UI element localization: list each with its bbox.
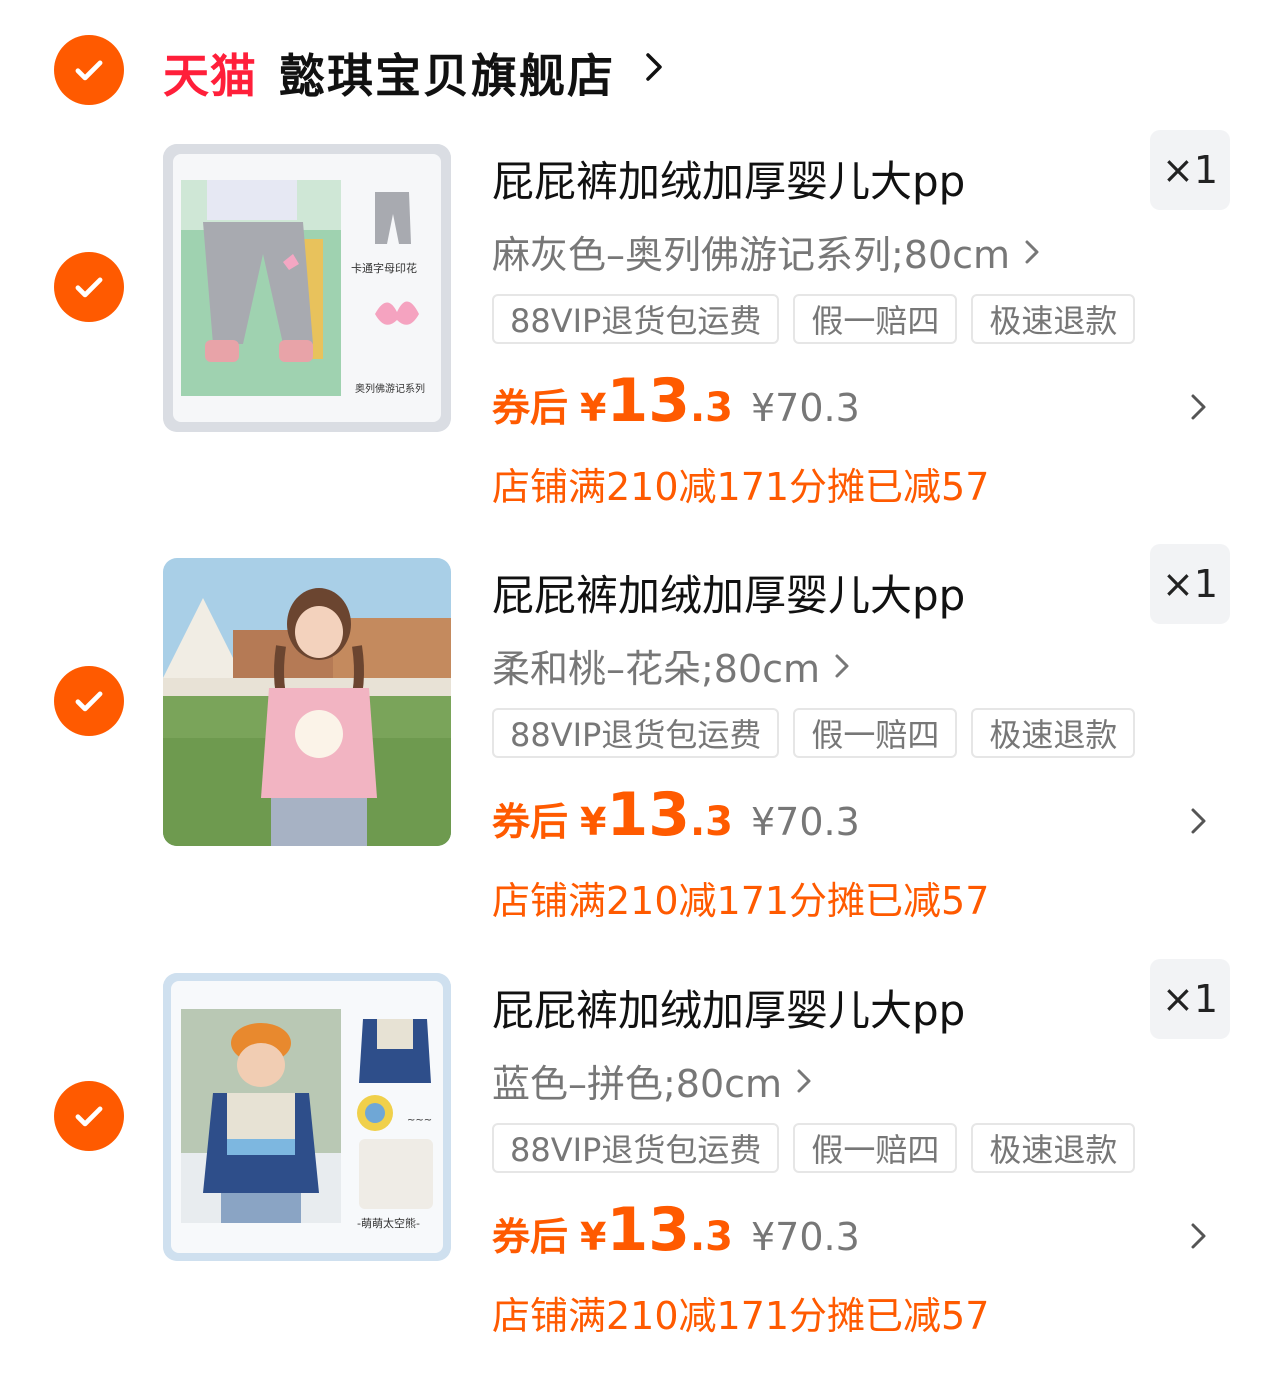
price-row: 券后 ¥ 13 .3 ¥70.3: [492, 1195, 860, 1265]
check-icon: [75, 277, 103, 298]
service-tags: 88VIP退货包运费 假一赔四 极速退款: [492, 294, 1136, 344]
check-icon: [75, 60, 103, 81]
tag-88vip: 88VIP退货包运费: [492, 1123, 780, 1173]
tag-fake-compensation: 假一赔四: [793, 1123, 958, 1173]
price-row: 券后 ¥ 13 .3 ¥70.3: [492, 366, 860, 436]
original-price: ¥70.3: [751, 386, 860, 430]
product-thumbnail[interactable]: 卡通字母印花 奥列佛游记系列: [163, 144, 451, 432]
product-title[interactable]: 屁屁裤加绒加厚婴儿大pp: [492, 977, 965, 1038]
promo-discount-text: 店铺满210减171分摊已减57: [492, 465, 990, 509]
tag-fake-compensation: 假一赔四: [793, 294, 958, 344]
service-tags: 88VIP退货包运费 假一赔四 极速退款: [492, 1123, 1136, 1173]
product-image-grey-pants: 卡通字母印花 奥列佛游记系列: [163, 144, 451, 432]
image-label-print: 卡通字母印花: [351, 261, 417, 275]
price-decimal: .3: [689, 385, 733, 431]
chevron-right-icon: [1025, 240, 1039, 263]
item-select-checkbox[interactable]: [54, 1081, 124, 1151]
product-image-girl-pink-sweater: [163, 558, 451, 846]
price-integer: 13: [606, 780, 690, 850]
price-prefix: 券后: [492, 386, 569, 430]
store-name-link[interactable]: 懿琪宝贝旗舰店: [279, 40, 615, 106]
sku-spec-text: 蓝色–拼色;80cm: [492, 1062, 783, 1106]
sku-spec-selector[interactable]: 蓝色–拼色;80cm: [492, 1053, 816, 1108]
cart-item: 卡通字母印花 奥列佛游记系列 屁屁裤加绒加厚婴儿大pp ×1 麻灰色–奥列佛游记…: [0, 130, 1279, 554]
currency-symbol: ¥: [580, 800, 607, 844]
quantity-badge[interactable]: ×1: [1150, 544, 1230, 624]
price-decimal: .3: [689, 1214, 733, 1260]
tag-fast-refund: 极速退款: [971, 1123, 1136, 1173]
currency-symbol: ¥: [580, 386, 607, 430]
chevron-right-icon: [797, 1069, 811, 1092]
sku-spec-selector[interactable]: 柔和桃–花朵;80cm: [492, 638, 854, 693]
product-image-boy-blue-jacket: ~~~ -萌萌太空熊-: [163, 973, 451, 1261]
store-select-checkbox[interactable]: [54, 35, 124, 105]
product-thumbnail[interactable]: ~~~ -萌萌太空熊-: [163, 973, 451, 1261]
chevron-right-icon[interactable]: [1188, 804, 1210, 838]
tag-fast-refund: 极速退款: [971, 294, 1136, 344]
currency-symbol: ¥: [580, 1215, 607, 1259]
tmall-brand-label: 天猫: [163, 49, 257, 103]
quantity-badge[interactable]: ×1: [1150, 959, 1230, 1039]
check-icon: [75, 691, 103, 712]
tag-88vip: 88VIP退货包运费: [492, 294, 780, 344]
image-label-series: 奥列佛游记系列: [355, 382, 425, 395]
tag-fast-refund: 极速退款: [971, 708, 1136, 758]
check-icon: [75, 1106, 103, 1127]
svg-text:~~~: ~~~: [407, 1115, 432, 1126]
sku-spec-text: 麻灰色–奥列佛游记系列;80cm: [492, 233, 1011, 277]
price-integer: 13: [606, 366, 690, 436]
original-price: ¥70.3: [751, 1215, 860, 1259]
cart-item: 屁屁裤加绒加厚婴儿大pp ×1 柔和桃–花朵;80cm 88VIP退货包运费 假…: [0, 544, 1279, 968]
chevron-right-icon[interactable]: [1188, 1219, 1210, 1253]
promo-discount-text: 店铺满210减171分摊已减57: [492, 1294, 990, 1338]
cart-item: ~~~ -萌萌太空熊- 屁屁裤加绒加厚婴儿大pp ×1 蓝色–拼色;80cm 8…: [0, 959, 1279, 1383]
item-select-checkbox[interactable]: [54, 666, 124, 736]
chevron-right-icon[interactable]: [642, 47, 668, 87]
quantity-badge[interactable]: ×1: [1150, 130, 1230, 210]
sku-spec-selector[interactable]: 麻灰色–奥列佛游记系列;80cm: [492, 224, 1044, 279]
price-integer: 13: [606, 1195, 690, 1265]
sku-spec-text: 柔和桃–花朵;80cm: [492, 647, 821, 691]
service-tags: 88VIP退货包运费 假一赔四 极速退款: [492, 708, 1136, 758]
price-row: 券后 ¥ 13 .3 ¥70.3: [492, 780, 860, 850]
item-select-checkbox[interactable]: [54, 252, 124, 322]
chevron-right-icon[interactable]: [1188, 390, 1210, 424]
chevron-right-icon: [835, 654, 849, 677]
tag-88vip: 88VIP退货包运费: [492, 708, 780, 758]
product-title[interactable]: 屁屁裤加绒加厚婴儿大pp: [492, 148, 965, 209]
price-decimal: .3: [689, 799, 733, 845]
price-prefix: 券后: [492, 800, 569, 844]
price-prefix: 券后: [492, 1215, 569, 1259]
original-price: ¥70.3: [751, 800, 860, 844]
image-label-bear: -萌萌太空熊-: [357, 1216, 420, 1230]
store-header: 天猫 懿琪宝贝旗舰店: [0, 0, 1279, 140]
product-thumbnail[interactable]: [163, 558, 451, 846]
tag-fake-compensation: 假一赔四: [793, 708, 958, 758]
product-title[interactable]: 屁屁裤加绒加厚婴儿大pp: [492, 562, 965, 623]
promo-discount-text: 店铺满210减171分摊已减57: [492, 879, 990, 923]
